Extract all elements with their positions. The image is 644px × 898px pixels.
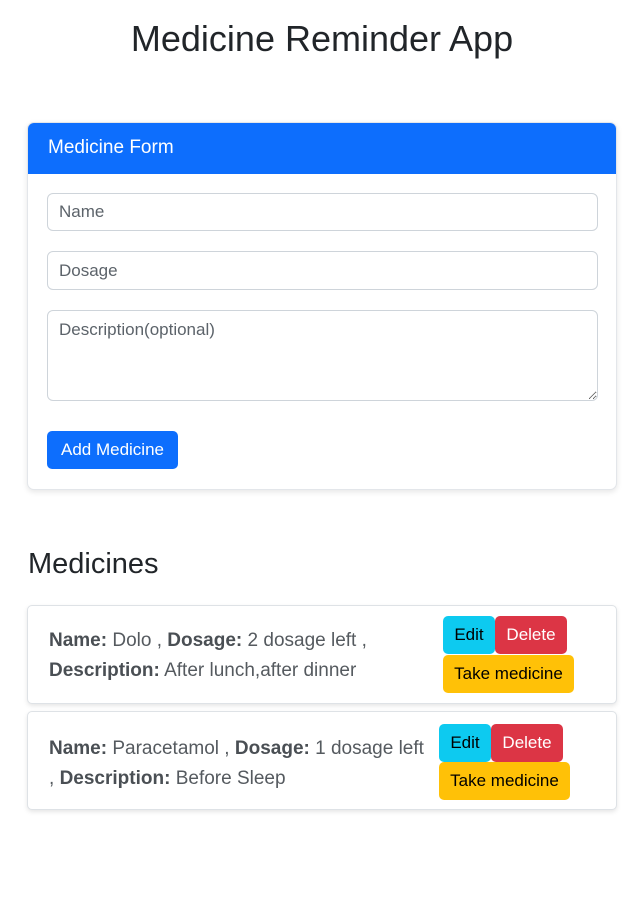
medicine-item: Name: Dolo , Dosage: 2 dosage left , Des…: [27, 605, 617, 704]
medicine-name: Paracetamol: [112, 738, 220, 759]
medicine-description: After lunch,after dinner: [164, 660, 357, 681]
dosage-label: Dosage:: [234, 738, 310, 759]
dosage-label: Dosage:: [167, 630, 243, 651]
dosage-input[interactable]: [47, 251, 598, 290]
medicine-dosage: 2 dosage left: [247, 630, 357, 651]
take-medicine-button[interactable]: Take medicine: [443, 655, 574, 693]
description-textarea[interactable]: [47, 310, 598, 401]
medicine-description: Before Sleep: [175, 768, 286, 789]
medicine-item: Name: Paracetamol , Dosage: 1 dosage lef…: [27, 711, 617, 810]
delete-button[interactable]: Delete: [495, 616, 567, 654]
take-medicine-button[interactable]: Take medicine: [439, 762, 570, 800]
delete-button[interactable]: Delete: [491, 724, 563, 762]
page-title: Medicine Reminder App: [130, 18, 514, 59]
medicine-form-card: Medicine Form Add Medicine: [27, 122, 617, 490]
add-medicine-button[interactable]: Add Medicine: [47, 431, 178, 469]
medicine-details: Name: Paracetamol , Dosage: 1 dosage lef…: [49, 738, 424, 789]
name-label: Name:: [49, 630, 108, 651]
edit-button[interactable]: Edit: [439, 724, 491, 762]
medicines-heading: Medicines: [28, 548, 159, 580]
edit-button[interactable]: Edit: [443, 616, 495, 654]
name-input[interactable]: [47, 193, 598, 231]
form-header: Medicine Form: [28, 123, 616, 174]
medicine-name: Dolo: [112, 630, 152, 651]
medicine-details: Name: Dolo , Dosage: 2 dosage left , Des…: [49, 630, 367, 681]
description-label: Description:: [59, 768, 171, 789]
medicine-dosage: 1 dosage left: [315, 738, 424, 759]
description-label: Description:: [49, 660, 160, 681]
name-label: Name:: [49, 738, 108, 759]
